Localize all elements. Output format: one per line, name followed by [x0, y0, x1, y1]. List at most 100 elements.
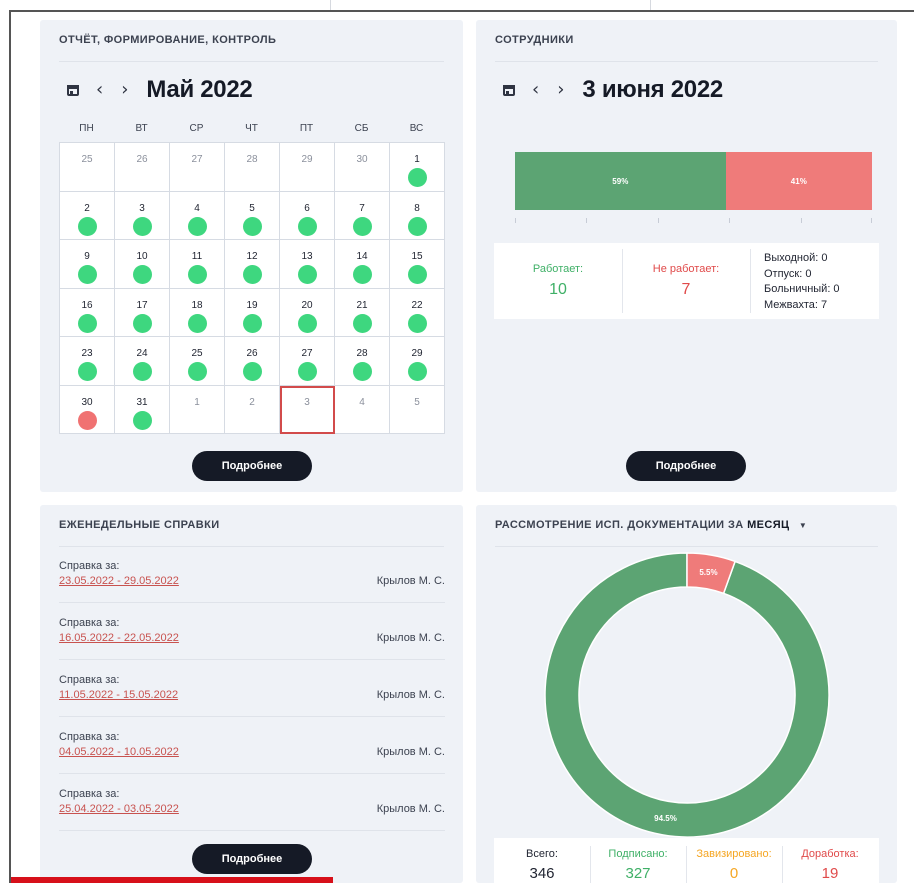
day-number: 14: [356, 251, 368, 262]
calendar-day[interactable]: 29: [390, 337, 445, 386]
working-value: 10: [549, 281, 567, 298]
calendar-day[interactable]: 26: [115, 143, 170, 192]
absence-breakdown: Выходной: 0 Отпуск: 0 Больничный: 0 Межв…: [764, 251, 840, 313]
calendar-day[interactable]: 22: [390, 288, 445, 337]
weekday-label: ЧТ: [245, 123, 258, 134]
calendar-day[interactable]: 8: [390, 191, 445, 240]
calendar-day[interactable]: 7: [335, 191, 390, 240]
rework-stat: Доработка: 19: [782, 838, 878, 882]
calendar-day[interactable]: 2: [60, 191, 115, 240]
calendar-icon[interactable]: [66, 83, 80, 97]
report-calendar-panel: ОТЧЁТ, ФОРМИРОВАНИЕ, КОНТРОЛЬ ‹ › Май 20…: [40, 20, 463, 492]
calendar-day[interactable]: 2: [225, 385, 280, 434]
calendar-day[interactable]: 25: [170, 337, 225, 386]
weekly-reports-panel: ЕЖЕНЕДЕЛЬНЫЕ СПРАВКИ Справка за: 23.05.2…: [40, 505, 463, 883]
top-ticks: [0, 0, 914, 10]
scroll-indicator: [11, 877, 333, 883]
calendar-day[interactable]: 26: [225, 337, 280, 386]
calendar-day[interactable]: 23: [60, 337, 115, 386]
calendar-day[interactable]: 17: [115, 288, 170, 337]
report-label: Справка за:: [59, 788, 120, 800]
working-segment: 59%: [515, 152, 726, 210]
calendar-day[interactable]: 4: [170, 191, 225, 240]
report-period-link[interactable]: 25.04.2022 - 03.05.2022: [59, 803, 179, 815]
calendar-icon[interactable]: [502, 83, 516, 97]
status-dot-ok: [353, 265, 372, 284]
calendar-day[interactable]: 12: [225, 240, 280, 289]
calendar-day[interactable]: 24: [115, 337, 170, 386]
day-number: 26: [246, 348, 258, 359]
weekly-details-button[interactable]: Подробнее: [192, 844, 312, 874]
documentation-review-panel: РАССМОТРЕНИЕ ИСП. ДОКУМЕНТАЦИИ ЗА МЕСЯЦ …: [476, 505, 897, 883]
next-day-button[interactable]: ›: [557, 81, 564, 99]
calendar-day[interactable]: 15: [390, 240, 445, 289]
month-title: Май 2022: [146, 76, 253, 103]
weekday-label: ВТ: [135, 123, 148, 134]
calendar-day[interactable]: 19: [225, 288, 280, 337]
status-dot-ok: [408, 168, 427, 187]
day-number: 4: [359, 396, 365, 408]
prev-month-button[interactable]: ‹: [96, 81, 103, 99]
calendar-day[interactable]: 1: [170, 385, 225, 434]
calendar-day[interactable]: 30: [335, 143, 390, 192]
calendar-day[interactable]: 25: [60, 143, 115, 192]
endorsed-stat: Завизировано: 0: [686, 838, 782, 882]
panel-title: ОТЧЁТ, ФОРМИРОВАНИЕ, КОНТРОЛЬ: [59, 34, 277, 46]
status-dot-ok: [353, 216, 372, 236]
calendar-day[interactable]: 4: [335, 385, 390, 434]
status-dot-ok: [78, 265, 97, 284]
day-number: 28: [246, 154, 258, 165]
day-number: 24: [136, 348, 148, 359]
calendar-day[interactable]: 21: [335, 288, 390, 337]
report-period-link[interactable]: 23.05.2022 - 29.05.2022: [59, 575, 179, 587]
staff-details-button[interactable]: Подробнее: [626, 451, 746, 481]
report-period-link[interactable]: 16.05.2022 - 22.05.2022: [59, 632, 179, 644]
day-number: 1: [414, 154, 420, 165]
panel-title: СОТРУДНИКИ: [495, 34, 574, 46]
calendar-day[interactable]: 11: [170, 240, 225, 289]
day-number: 25: [191, 348, 203, 359]
calendar-day[interactable]: 5: [390, 385, 445, 434]
calendar-details-button[interactable]: Подробнее: [192, 451, 312, 481]
calendar-day[interactable]: 5: [225, 191, 280, 240]
calendar-day[interactable]: 6: [280, 191, 335, 240]
calendar-day[interactable]: 10: [115, 240, 170, 289]
day-number: 6: [304, 202, 310, 214]
calendar-day[interactable]: 1: [390, 143, 445, 192]
prev-day-button[interactable]: ‹: [532, 81, 539, 99]
calendar-day[interactable]: 14: [335, 240, 390, 289]
weekday-label: СР: [189, 123, 204, 134]
calendar-day[interactable]: 27: [280, 337, 335, 386]
calendar-day[interactable]: 28: [335, 337, 390, 386]
report-label: Справка за:: [59, 617, 120, 629]
calendar-day[interactable]: 30: [60, 385, 115, 434]
calendar-day[interactable]: 29: [280, 143, 335, 192]
next-month-button[interactable]: ›: [121, 81, 128, 99]
status-dot-ok: [188, 216, 207, 236]
day-number: 31: [136, 396, 148, 408]
calendar-day[interactable]: 20: [280, 288, 335, 337]
calendar-day[interactable]: 9: [60, 240, 115, 289]
bar-axis: [515, 218, 872, 224]
report-period-link[interactable]: 11.05.2022 - 15.05.2022: [59, 689, 178, 701]
calendar-day[interactable]: 18: [170, 288, 225, 337]
day-number: 2: [249, 396, 255, 408]
attendance-bar: 59% 41%: [515, 152, 872, 210]
calendar-day[interactable]: 31: [115, 385, 170, 434]
endorsed-value: 0: [729, 865, 739, 882]
day-number: 15: [411, 251, 423, 262]
day-number: 3: [304, 396, 310, 408]
report-period-link[interactable]: 04.05.2022 - 10.05.2022: [59, 746, 179, 758]
calendar-day[interactable]: 16: [60, 288, 115, 337]
calendar-day[interactable]: 27: [170, 143, 225, 192]
report-author: Крылов М. С.: [376, 632, 445, 644]
report-author: Крылов М. С.: [376, 689, 445, 701]
calendar-day[interactable]: 28: [225, 143, 280, 192]
signed-label: Подписано:: [608, 848, 668, 860]
calendar-day[interactable]: 13: [280, 240, 335, 289]
status-dot-ok: [408, 362, 427, 381]
status-dot-ok: [298, 362, 317, 381]
divider: [59, 61, 444, 62]
calendar-day-selected[interactable]: 3: [280, 385, 335, 434]
calendar-day[interactable]: 3: [115, 191, 170, 240]
